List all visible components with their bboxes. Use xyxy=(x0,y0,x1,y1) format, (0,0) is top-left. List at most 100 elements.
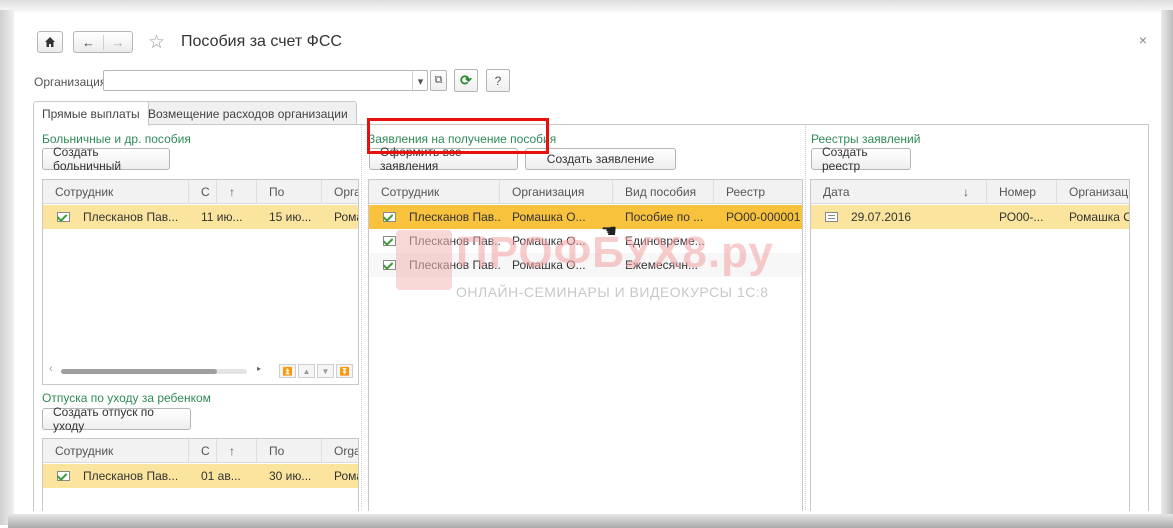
page-title: Пособия за счет ФСС xyxy=(181,33,342,50)
scroll-up-button[interactable]: ▲ xyxy=(298,364,315,378)
scroll-last-button[interactable]: ⏬ xyxy=(336,364,353,378)
column-header-org[interactable]: Организаци xyxy=(1057,180,1129,204)
cell-benefit-type: Пособие по ... xyxy=(625,210,704,224)
cell-registry: РО00-000001 xyxy=(726,210,801,224)
history-nav: ← → xyxy=(73,31,133,53)
cell-org: Рома xyxy=(334,210,358,224)
table-row[interactable]: Плесканов Пав... Ромашка О... Единовреме… xyxy=(369,229,802,253)
table-header: Сотрудник С ↑ По Орга xyxy=(43,180,358,204)
tab-label: Возмещение расходов организации xyxy=(148,106,348,121)
organization-label: Организация: xyxy=(34,75,110,89)
column-header-org[interactable]: Орга xyxy=(322,180,358,204)
table-header: Сотрудник Организация Вид пособия Реестр xyxy=(369,180,802,204)
table-row[interactable]: 29.07.2016 РО00-... Ромашка О xyxy=(811,205,1129,229)
registries-title: Реестры заявлений xyxy=(811,132,921,146)
document-posted-icon xyxy=(383,236,396,246)
scroll-right-icon[interactable]: ▸ xyxy=(257,364,261,373)
cell-employee: Плесканов Пав... xyxy=(83,210,179,224)
tab-label: Прямые выплаты xyxy=(42,107,140,121)
forward-arrow-icon[interactable]: → xyxy=(104,35,132,50)
frame-shadow-right xyxy=(1161,10,1173,525)
cell-employee: Плесканов Пав... xyxy=(83,469,179,483)
sick-leave-table: Сотрудник С ↑ По Орга Плесканов Пав... 1… xyxy=(42,179,359,385)
table-header: Дата ↓ Номер Организаци xyxy=(811,180,1129,204)
cell-benefit-type: Ежемесячн... xyxy=(625,258,699,272)
home-button[interactable] xyxy=(37,31,63,53)
scroll-first-button[interactable]: ⏫ xyxy=(279,364,296,378)
cell-employee: Плесканов Пав... xyxy=(409,210,500,224)
screenshot-frame: ← → ☆ Пособия за счет ФСС × Организация:… xyxy=(0,0,1173,528)
column-header-org[interactable]: Orga xyxy=(322,439,358,463)
create-parental-leave-button[interactable]: Создать отпуск по уходу xyxy=(42,405,191,433)
form-window: ← → ☆ Пособия за счет ФСС × Организация:… xyxy=(16,14,1159,511)
tab-reimbursement[interactable]: Возмещение расходов организации xyxy=(139,101,357,125)
create-sick-leave-button[interactable]: Создать больничный xyxy=(42,145,170,173)
button-label: Создать заявление xyxy=(546,152,655,166)
parental-leave-table: Сотрудник С ↑ По Orga Плесканов Пав... 0… xyxy=(42,438,359,511)
frame-shadow-left xyxy=(0,10,14,525)
home-icon xyxy=(45,37,55,47)
column-header-to[interactable]: По xyxy=(257,439,322,463)
applications-table: Сотрудник Организация Вид пособия Реестр… xyxy=(368,179,803,511)
table-row[interactable]: Плесканов Пав... 01 ав... 30 ию... Рома xyxy=(43,464,358,488)
cell-to: 30 ию... xyxy=(269,469,312,483)
column-header-number[interactable]: Номер xyxy=(987,180,1057,204)
parental-leave-title: Отпуска по уходу за ребенком xyxy=(42,391,211,405)
organization-open-button[interactable]: ⧉ xyxy=(430,70,447,91)
cell-employee: Плесканов Пав... xyxy=(409,258,500,272)
table-row[interactable]: Плесканов Пав... Ромашка О... Ежемесячн.… xyxy=(369,253,802,277)
column-header-to[interactable]: По xyxy=(257,180,322,204)
column-divider xyxy=(361,124,362,511)
column-header-from[interactable]: С xyxy=(189,180,217,204)
horizontal-scrollbar[interactable]: ‹ ▸ xyxy=(49,363,269,376)
document-posted-icon xyxy=(383,260,396,270)
frame-shadow-bottom xyxy=(8,514,1173,528)
cell-registry xyxy=(714,229,802,253)
organization-input[interactable] xyxy=(103,70,428,91)
help-button[interactable]: ? xyxy=(486,69,510,92)
tab-direct-payments[interactable]: Прямые выплаты xyxy=(33,101,149,126)
cell-number: РО00-... xyxy=(999,210,1044,224)
cell-org: Ромашка О... xyxy=(512,234,586,248)
column-header-from[interactable]: С xyxy=(189,439,217,463)
cell-from: 01 ав... xyxy=(201,469,241,483)
organization-dropdown-button[interactable]: ▾ xyxy=(412,71,428,92)
scroll-left-icon[interactable]: ‹ xyxy=(49,363,53,375)
scroll-down-button[interactable]: ▼ xyxy=(317,364,334,378)
open-icon: ⧉ xyxy=(434,74,443,86)
column-header-date[interactable]: Дата xyxy=(811,180,951,204)
refresh-button[interactable]: ⟳ xyxy=(454,69,478,92)
cell-registry xyxy=(714,253,802,277)
sort-arrow-icon[interactable]: ↓ xyxy=(951,180,987,204)
sort-arrow-icon[interactable]: ↑ xyxy=(217,439,257,463)
column-header-employee[interactable]: Сотрудник xyxy=(43,180,189,204)
cell-org: Рома xyxy=(334,469,358,483)
column-header-benefit-type[interactable]: Вид пособия xyxy=(613,180,714,204)
hand-cursor-icon: ☚ xyxy=(601,221,618,241)
column-header-employee[interactable]: Сотрудник xyxy=(43,439,189,463)
cell-org: Ромашка О... xyxy=(512,210,586,224)
column-divider xyxy=(805,124,806,511)
scroll-thumb[interactable] xyxy=(61,369,217,374)
cell-org: Ромашка О xyxy=(1069,210,1130,224)
button-label: Создать больничный xyxy=(53,145,122,173)
sort-arrow-icon[interactable]: ↑ xyxy=(217,180,257,204)
refresh-icon: ⟳ xyxy=(460,72,472,88)
document-posted-icon xyxy=(57,212,70,222)
table-header: Сотрудник С ↑ По Orga xyxy=(43,439,358,463)
cell-date: 29.07.2016 xyxy=(851,210,912,224)
cell-from: 11 ию... xyxy=(201,210,243,224)
registries-table: Дата ↓ Номер Организаци 29.07.2016 РО00-… xyxy=(810,179,1130,511)
column-header-registry[interactable]: Реестр xyxy=(714,180,802,204)
back-arrow-icon[interactable]: ← xyxy=(74,34,104,50)
cell-employee: Плесканов Пав... xyxy=(409,234,500,248)
column-header-employee[interactable]: Сотрудник xyxy=(369,180,500,204)
close-icon[interactable]: × xyxy=(1139,32,1147,48)
column-header-org[interactable]: Организация xyxy=(500,180,613,204)
favorite-star-icon[interactable]: ☆ xyxy=(148,31,165,54)
button-label: Создать отпуск по уходу xyxy=(53,405,154,433)
table-row[interactable]: Плесканов Пав... 11 ию... 15 ию... Рома xyxy=(43,205,358,229)
document-posted-icon xyxy=(57,471,70,481)
create-registry-button[interactable]: Создать реестр xyxy=(811,145,911,173)
table-row[interactable]: Плесканов Пав... Ромашка О... Пособие по… xyxy=(369,205,802,229)
